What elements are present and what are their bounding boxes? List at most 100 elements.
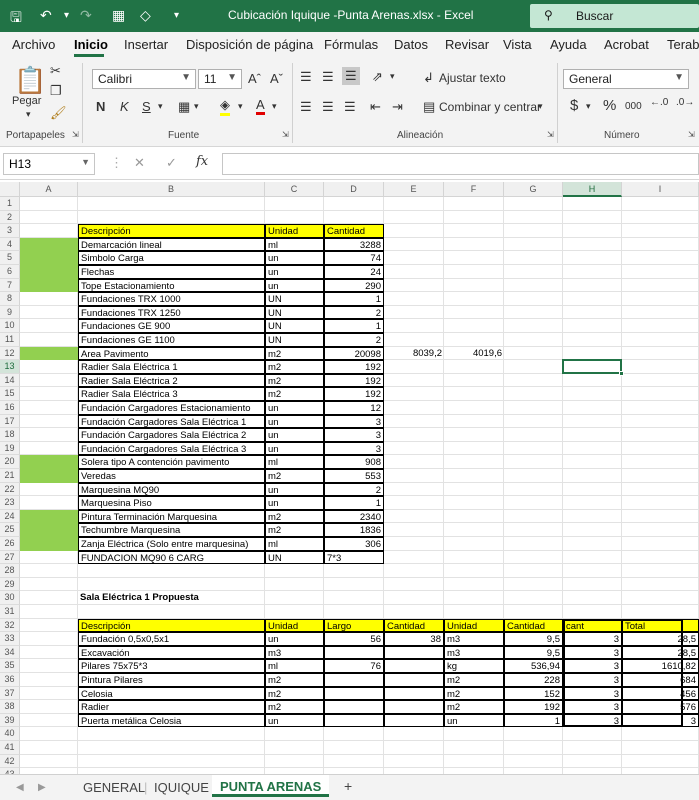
align-middle-icon[interactable]: ☰	[322, 69, 334, 85]
table1-quantity-cell[interactable]: 1	[324, 292, 384, 306]
row-header[interactable]: 12	[0, 346, 20, 361]
row-header[interactable]: 42	[0, 754, 20, 769]
table2-cell[interactable]: m2	[265, 673, 324, 687]
table2-cell[interactable]: 38	[384, 632, 444, 646]
row-header[interactable]: 40	[0, 727, 20, 741]
tab-fórmulas[interactable]: Fórmulas	[324, 37, 378, 52]
sheet-tab-iquique[interactable]: IQUIQUE	[154, 780, 209, 795]
highlight-cell[interactable]	[20, 237, 78, 252]
table1-description-cell[interactable]: Fundación Cargadores Sala Eléctrica 3	[78, 441, 265, 456]
currency-dropdown-icon[interactable]: ▾	[586, 101, 591, 112]
table1-description-cell[interactable]: Zanja Eléctrica (Solo entre marquesina)	[78, 537, 265, 551]
table2-cell[interactable]: 152	[504, 686, 563, 701]
table1-unit-cell[interactable]: m2	[265, 346, 324, 361]
table1-quantity-cell[interactable]: 192	[324, 373, 384, 388]
table2-cell[interactable]: un	[265, 632, 324, 646]
row-header[interactable]: 16	[0, 401, 20, 415]
fill-color-icon[interactable]: ◈	[220, 97, 230, 116]
table1-description-cell[interactable]: Fundación Cargadores Estacionamiento	[78, 401, 265, 415]
section-title[interactable]: Sala Eléctrica 1 Propuesta	[78, 591, 318, 605]
format-painter-icon[interactable]: 🖌	[50, 105, 67, 121]
tab-inicio[interactable]: Inicio	[74, 37, 108, 52]
row-header[interactable]: 14	[0, 373, 20, 388]
cancel-icon[interactable]: ✕	[134, 155, 145, 171]
table2-cell[interactable]: 228	[504, 673, 563, 687]
borders-dropdown-icon[interactable]: ▾	[194, 101, 199, 112]
table2-cell[interactable]: m3	[444, 645, 504, 660]
row-header[interactable]: 17	[0, 414, 20, 429]
table1-quantity-cell[interactable]: 3	[324, 414, 384, 429]
table2-cell[interactable]: Fundación 0,5x0,5x1	[78, 632, 265, 646]
table1-quantity-cell[interactable]: 908	[324, 455, 384, 469]
table1-description-cell[interactable]: Radier Sala Eléctrica 1	[78, 360, 265, 374]
table1-header-cell[interactable]: Unidad	[265, 224, 324, 238]
table1-unit-cell[interactable]: m2	[265, 387, 324, 401]
table2-cell[interactable]: Pintura Pilares	[78, 673, 265, 687]
thousands-button[interactable]: 000	[625, 101, 642, 112]
table1-header-cell[interactable]: Cantidad	[324, 224, 384, 238]
table1-unit-cell[interactable]: UN	[265, 305, 324, 320]
table1-quantity-cell[interactable]: 3	[324, 441, 384, 456]
table2-cell[interactable]: Celosia	[78, 686, 265, 701]
table1-description-cell[interactable]: Radier Sala Eléctrica 3	[78, 387, 265, 401]
row-header[interactable]: 21	[0, 469, 20, 483]
table2-cell[interactable]: ml	[265, 659, 324, 673]
column-header-c[interactable]: C	[265, 182, 324, 197]
table2-header-cell[interactable]: Cantidad	[504, 618, 563, 633]
row-header[interactable]: 19	[0, 441, 20, 456]
spreadsheet-grid[interactable]: A B C D E F G H I 1 2 3 4 5 6 7 8 9 10 11 12 13 14 15 16 17 18 19 20…	[0, 182, 699, 774]
search-box[interactable]: ⚲ Buscar	[530, 4, 699, 28]
table2-header-cell[interactable]: Unidad	[444, 618, 504, 633]
highlight-cell[interactable]	[20, 346, 78, 361]
table1-quantity-cell[interactable]: 2340	[324, 509, 384, 524]
table1-unit-cell[interactable]: un	[265, 401, 324, 415]
table1-quantity-cell[interactable]: 12	[324, 401, 384, 415]
row-header[interactable]: 18	[0, 428, 20, 442]
table2-cell[interactable]	[324, 713, 384, 728]
orientation-icon[interactable]: ⇗	[372, 69, 383, 85]
wrap-text-icon[interactable]: ↲	[423, 70, 434, 86]
decrease-indent-icon[interactable]: ⇤	[370, 99, 381, 115]
table1-unit-cell[interactable]: un	[265, 414, 324, 429]
row-header[interactable]: 33	[0, 632, 20, 646]
table2-cell[interactable]: 9,5	[504, 632, 563, 646]
row-header[interactable]: 24	[0, 509, 20, 524]
table1-unit-cell[interactable]: m2	[265, 523, 324, 537]
font-color-icon[interactable]: A	[256, 97, 265, 115]
align-left-icon[interactable]: ☰	[300, 99, 312, 115]
save-icon[interactable]: 🖫	[10, 7, 22, 31]
table1-quantity-cell[interactable]: 306	[324, 537, 384, 551]
column-header-g[interactable]: G	[504, 182, 563, 197]
tab-datos[interactable]: Datos	[394, 37, 428, 52]
table1-unit-cell[interactable]: ml	[265, 237, 324, 252]
value-cell[interactable]: 8039,2	[384, 347, 444, 361]
add-sheet-icon[interactable]: +	[344, 778, 352, 794]
scroll-right-icon[interactable]: ▶	[38, 782, 46, 793]
table1-description-cell[interactable]: Tope Estacionamiento	[78, 278, 265, 293]
table1-unit-cell[interactable]: UN	[265, 333, 324, 347]
paste-button[interactable]: Pegar	[12, 95, 41, 107]
table1-quantity-cell[interactable]: 1	[324, 496, 384, 510]
table1-unit-cell[interactable]: un	[265, 482, 324, 497]
row-header[interactable]: 28	[0, 564, 20, 578]
percent-button[interactable]: %	[603, 97, 616, 114]
column-header-e[interactable]: E	[384, 182, 444, 197]
formula-input[interactable]	[222, 153, 699, 175]
table1-quantity-cell[interactable]: 192	[324, 360, 384, 374]
decrease-decimal-icon[interactable]: .0→	[676, 97, 694, 108]
table2-cell[interactable]	[324, 673, 384, 687]
table2-cell[interactable]: m3	[444, 632, 504, 646]
row-header[interactable]: 23	[0, 496, 20, 510]
table1-quantity-cell[interactable]: 2	[324, 482, 384, 497]
column-header-h[interactable]: H	[563, 182, 622, 197]
row-header[interactable]: 4	[0, 237, 20, 252]
shapes-icon[interactable]: ◇	[140, 7, 151, 24]
highlight-cell[interactable]	[20, 523, 78, 537]
table1-description-cell[interactable]: Techumbre Marquesina	[78, 523, 265, 537]
row-header[interactable]: 36	[0, 673, 20, 687]
merge-center-button[interactable]: Combinar y centrar	[439, 100, 541, 114]
row-header[interactable]: 22	[0, 482, 20, 497]
table1-description-cell[interactable]: Veredas	[78, 469, 265, 483]
row-header[interactable]: 3	[0, 224, 20, 238]
merge-icon[interactable]: ▤	[423, 99, 435, 115]
